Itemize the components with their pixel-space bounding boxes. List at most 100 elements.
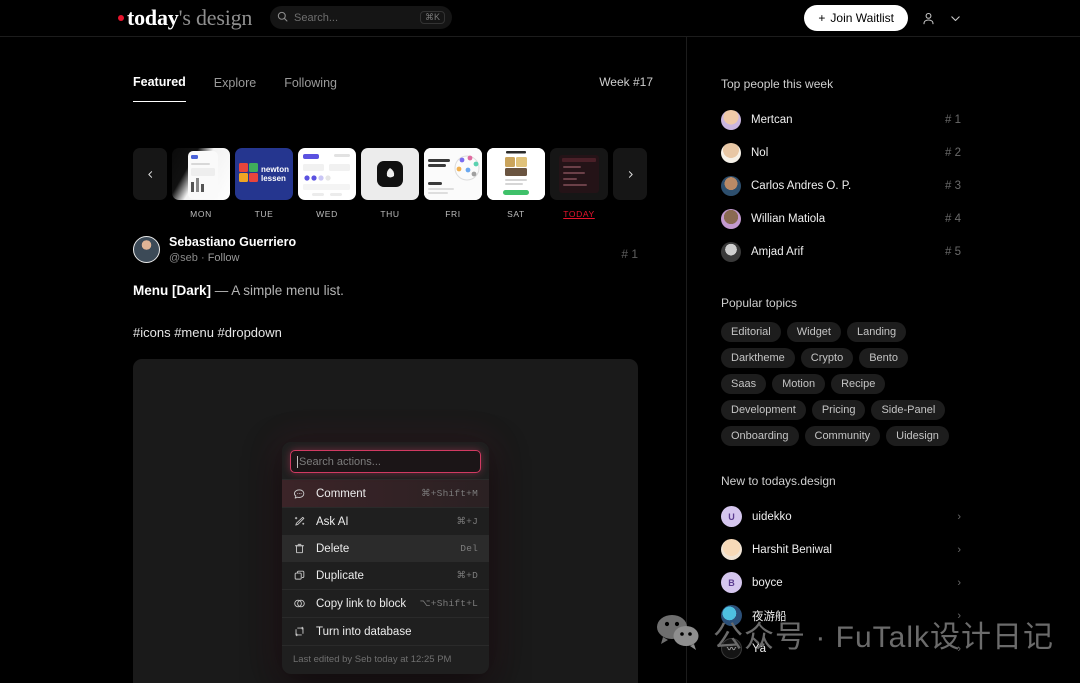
author-handle[interactable]: @seb [169,252,198,264]
menu-item-turn-into-database-label: Turn into database [316,625,412,638]
app-header: today 's design Search... ⌘K + Join Wait… [0,0,1080,37]
carousel-day-today[interactable]: TODAY [550,148,608,219]
topic-chip[interactable]: Landing [847,322,907,342]
svg-text:lessen: lessen [261,174,286,183]
follow-link[interactable]: Follow [208,252,240,264]
menu-item-copy-link-label: Copy link to block [316,597,407,610]
top-person-row[interactable]: Mertcan # 1 [721,103,961,136]
topic-chip[interactable]: Development [721,400,806,420]
carousel-day-mon[interactable]: MON [172,148,230,219]
top-person-name: Carlos Andres O. P. [751,179,852,192]
comment-icon [292,487,306,500]
topic-chip[interactable]: Saas [721,374,767,394]
new-user-row[interactable]: Harshit Beniwal › [721,533,961,566]
topic-chip[interactable]: Darktheme [721,348,795,368]
text-caret [297,455,298,468]
tab-featured[interactable]: Featured [133,75,186,102]
post-tags: #icons #menu #dropdown [133,325,282,340]
logo-dot-icon [118,15,124,21]
menu-item-duplicate-label: Duplicate [316,569,364,582]
topic-chip[interactable]: Bento [859,348,908,368]
menu-item-copy-link-shortcut: ⌥+Shift+L [419,598,478,609]
menu-item-delete[interactable]: Delete Del [282,535,489,562]
chevron-right-icon[interactable]: › [957,511,961,523]
carousel-day-thu[interactable]: THU [361,148,419,219]
post-canvas: Search actions... Comment ⌘+Shift+M Ask … [133,359,638,683]
avatar[interactable] [133,236,160,264]
avatar [721,175,741,196]
logo[interactable]: today 's design [118,5,252,31]
svg-text:newton: newton [261,165,289,174]
topic-chip[interactable]: Uidesign [886,426,949,446]
avatar [721,142,741,163]
day-label-tue: TUE [254,209,274,219]
carousel-next-icon[interactable] [613,148,647,200]
header-actions: + Join Waitlist [804,5,962,31]
join-waitlist-button[interactable]: + Join Waitlist [804,5,908,31]
top-person-row[interactable]: Carlos Andres O. P. # 3 [721,169,961,202]
topic-chip[interactable]: Side-Panel [871,400,946,420]
carousel-prev-icon[interactable] [133,148,167,200]
tab-following[interactable]: Following [284,76,337,102]
menu-item-ask-ai[interactable]: Ask AI ⌘+J [282,508,489,535]
top-people-heading: Top people this week [721,77,834,91]
topic-chip-list: Editorial Widget Landing Darktheme Crypt… [721,322,949,446]
day-label-thu: THU [380,209,400,219]
chevron-right-icon[interactable]: › [957,643,961,655]
author-name[interactable]: Sebastiano Guerriero [169,235,296,251]
logo-rest-text: 's design [178,5,253,30]
new-user-row[interactable]: 〰 Yā › [721,632,961,665]
top-person-row[interactable]: Willian Matiola # 4 [721,202,961,235]
tab-explore[interactable]: Explore [214,76,256,102]
app-root: today 's design Search... ⌘K + Join Wait… [0,0,1080,683]
chevron-right-icon[interactable]: › [957,577,961,589]
menu-item-comment[interactable]: Comment ⌘+Shift+M [282,480,489,507]
handle-separator: · [200,251,205,264]
popular-topics-heading: Popular topics [721,296,798,310]
topic-chip[interactable]: Onboarding [721,426,799,446]
duplicate-icon [292,569,306,582]
menu-group-edit: Ask AI ⌘+J Delete Del Duplicate ⌘+D [282,507,489,589]
carousel-day-sat[interactable]: SAT [487,148,545,219]
carousel-day-fri[interactable]: FRI [424,148,482,219]
top-person-row[interactable]: Nol # 2 [721,136,961,169]
trash-icon [292,542,306,555]
day-carousel: MON newton lessen TUE WED THU FRI SAT TO… [133,148,647,219]
new-user-row[interactable]: B boyce › [721,566,961,599]
topic-chip[interactable]: Community [804,426,881,446]
carousel-day-tue[interactable]: newton lessen TUE [235,148,293,219]
chevron-right-icon[interactable]: › [957,544,961,556]
thumbnail-today [550,148,608,200]
topic-chip[interactable]: Recipe [831,374,886,394]
menu-item-ask-ai-label: Ask AI [316,515,349,528]
menu-item-duplicate[interactable]: Duplicate ⌘+D [282,562,489,589]
carousel-day-wed[interactable]: WED [298,148,356,219]
chevron-right-icon[interactable]: › [957,610,961,622]
topic-chip[interactable]: Widget [786,322,841,342]
menu-item-copy-link[interactable]: Copy link to block ⌥+Shift+L [282,590,489,617]
menu-group-link: Copy link to block ⌥+Shift+L [282,589,489,617]
topic-chip[interactable]: Editorial [721,322,781,342]
topic-chip[interactable]: Pricing [811,400,866,420]
menu-item-turn-into-database[interactable]: Turn into database [282,618,489,645]
top-person-name: Willian Matiola [751,212,826,225]
right-rail: Top people this week Mertcan # 1 Nol # 2… [687,37,1080,683]
day-label-today: TODAY [563,209,595,219]
top-person-row[interactable]: Amjad Arif # 5 [721,235,961,268]
avatar: 〰 [721,638,742,659]
new-user-row[interactable]: U uidekko › [721,500,961,533]
avatar: B [721,572,742,593]
new-user-row[interactable]: 夜游船 › [721,599,961,632]
actions-dropdown-menu: Search actions... Comment ⌘+Shift+M Ask … [282,442,489,674]
new-user-name: uidekko [752,510,792,523]
chevron-down-icon[interactable] [949,12,962,25]
menu-search-input[interactable]: Search actions... [290,450,481,473]
author-block: Sebastiano Guerriero @seb · Follow [169,235,296,265]
thumbnail-fri [424,148,482,200]
new-user-name: boyce [752,576,783,589]
top-person-name: Nol [751,146,769,159]
topic-chip[interactable]: Motion [772,374,826,394]
user-icon[interactable] [921,11,936,26]
search-input[interactable]: Search... ⌘K [270,6,452,29]
topic-chip[interactable]: Crypto [800,348,854,368]
